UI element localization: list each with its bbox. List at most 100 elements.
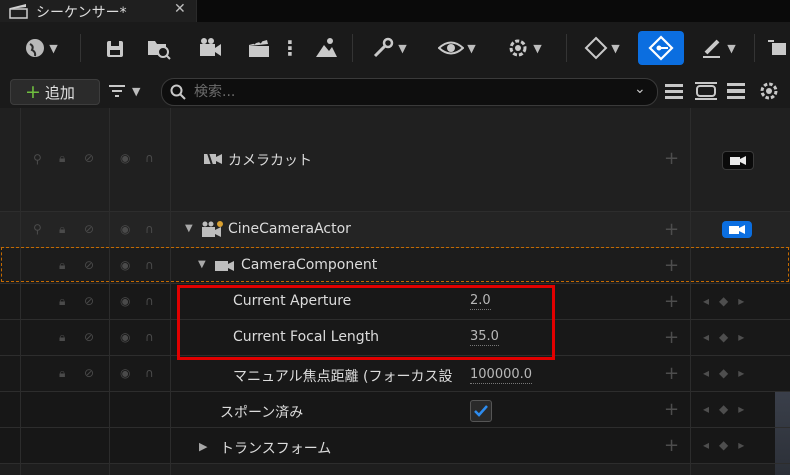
render-icon xyxy=(316,38,337,57)
save-icon xyxy=(107,41,123,57)
lock-icon[interactable]: 🔒︎ xyxy=(59,294,65,309)
column-divider xyxy=(170,108,171,475)
mute-icon[interactable]: ⊘ xyxy=(84,222,94,236)
add-key-button[interactable]: + xyxy=(664,327,679,348)
highlight-box xyxy=(177,285,555,360)
pin-icon[interactable]: ⚲ xyxy=(33,152,42,166)
search-box[interactable]: ⌄ xyxy=(161,78,658,106)
lock-icon[interactable]: 🔒︎ xyxy=(59,330,65,345)
auto-key-button[interactable] xyxy=(638,31,684,65)
key-navigation-icons[interactable]: ◂◆▸ xyxy=(703,402,754,416)
chevron-down-icon: ▼ xyxy=(467,41,476,55)
search-bar: + 追加 ▼ ⌄ xyxy=(0,74,790,108)
tools-button[interactable]: ▼ xyxy=(366,34,412,62)
list-view-icon[interactable] xyxy=(726,82,746,100)
expand-tracks-icon[interactable] xyxy=(695,82,717,100)
chevron-down-icon: ▼ xyxy=(727,41,736,55)
row-divider xyxy=(0,427,790,428)
render-button[interactable] xyxy=(310,34,342,62)
sequencer-tab[interactable]: シーケンサー* ✕ xyxy=(0,0,197,22)
camera-icon xyxy=(729,225,745,234)
row-divider xyxy=(0,283,790,284)
add-key-button[interactable]: + xyxy=(664,219,679,240)
column-divider xyxy=(109,108,110,475)
toolbar-separator xyxy=(80,34,81,62)
row-divider xyxy=(0,211,790,212)
save-button[interactable] xyxy=(102,34,128,62)
chevron-down-icon: ▼ xyxy=(611,41,620,55)
key-navigation-icons[interactable]: ◂◆▸ xyxy=(703,294,754,308)
key-navigation-icons[interactable]: ◂◆▸ xyxy=(703,438,754,452)
camera-icon xyxy=(730,156,746,165)
brush-button[interactable]: ▼ xyxy=(694,34,742,62)
row-divider xyxy=(0,391,790,392)
close-tab-button[interactable]: ✕ xyxy=(174,1,186,17)
more-options-button[interactable]: ⋮ xyxy=(280,34,300,62)
add-camera-button[interactable] xyxy=(196,34,226,62)
row-divider xyxy=(0,463,790,464)
headphones-icon[interactable]: ∩ xyxy=(145,330,154,344)
mute-icon[interactable]: ⊘ xyxy=(84,151,94,165)
export-button[interactable] xyxy=(766,34,790,62)
key-navigation-icons[interactable]: ◂◆▸ xyxy=(703,366,754,380)
key-mode-button[interactable]: ▼ xyxy=(577,34,627,62)
expand-arrow-icon[interactable]: ▼ xyxy=(185,223,193,234)
tab-bar: シーケンサー* ✕ xyxy=(0,0,790,22)
search-input[interactable] xyxy=(192,81,616,103)
headphones-icon[interactable]: ∩ xyxy=(145,294,154,308)
chevron-down-icon: ▼ xyxy=(398,41,407,55)
browse-button[interactable] xyxy=(144,34,174,62)
camera-lock-toggle[interactable] xyxy=(722,151,754,170)
eye-icon[interactable]: ◉ xyxy=(120,366,130,380)
eye-icon[interactable]: ◉ xyxy=(120,330,130,344)
camera-cut-icon xyxy=(204,150,222,168)
column-divider xyxy=(690,108,691,475)
headphones-icon[interactable]: ∩ xyxy=(145,366,154,380)
add-key-button[interactable]: + xyxy=(664,363,679,384)
cine-camera-icon xyxy=(202,221,223,237)
brush-icon xyxy=(703,39,721,58)
spawned-checkbox[interactable] xyxy=(470,400,492,422)
lock-icon[interactable]: 🔒︎ xyxy=(59,222,65,237)
next-row xyxy=(0,463,790,475)
clapper-button[interactable] xyxy=(244,34,274,62)
camera-cut-label: カメラカット xyxy=(228,153,312,169)
eye-icon[interactable]: ◉ xyxy=(120,222,130,236)
camera-lock-toggle-active[interactable] xyxy=(722,221,752,238)
search-dropdown-icon[interactable]: ⌄ xyxy=(634,81,646,97)
add-track-button[interactable]: + 追加 xyxy=(10,79,100,105)
chevron-down-icon: ▼ xyxy=(533,41,542,55)
more-icon: ⋮ xyxy=(280,36,300,60)
headphones-icon[interactable]: ∩ xyxy=(145,222,154,236)
mute-icon[interactable]: ⊘ xyxy=(84,294,94,308)
pin-icon[interactable]: ⚲ xyxy=(33,222,42,236)
gear-icon[interactable] xyxy=(758,80,780,102)
add-key-button[interactable]: + xyxy=(664,435,679,456)
collapse-arrow-icon[interactable]: ▶ xyxy=(199,440,207,453)
checkmark-icon xyxy=(474,405,488,417)
eye-icon[interactable]: ◉ xyxy=(120,294,130,308)
column-divider xyxy=(20,108,21,475)
key-navigation-icons[interactable]: ◂◆▸ xyxy=(703,330,754,344)
chevron-down-icon: ▼ xyxy=(49,41,58,55)
add-key-button[interactable]: + xyxy=(664,399,679,420)
eye-icon[interactable]: ◉ xyxy=(120,151,130,165)
add-button-label: 追加 xyxy=(44,83,75,102)
toolbar: ▼ ⋮ ▼ ▼ ▼ ▼ ▼ xyxy=(0,22,790,74)
chevron-down-icon: ▼ xyxy=(132,84,141,98)
visibility-button[interactable]: ▼ xyxy=(433,34,481,62)
toolbar-separator xyxy=(566,34,567,62)
lock-icon[interactable]: 🔒︎ xyxy=(59,151,65,166)
world-button[interactable]: ▼ xyxy=(16,34,66,62)
headphones-icon[interactable]: ∩ xyxy=(145,151,154,165)
mute-icon[interactable]: ⊘ xyxy=(84,366,94,380)
collapse-tracks-icon[interactable] xyxy=(664,82,684,100)
manual-focus-distance-value[interactable]: 100000.0 xyxy=(470,367,533,384)
visibility-icon xyxy=(438,41,465,55)
mute-icon[interactable]: ⊘ xyxy=(84,330,94,344)
add-key-button[interactable]: + xyxy=(664,291,679,312)
lock-icon[interactable]: 🔒︎ xyxy=(59,366,65,381)
add-key-button[interactable]: + xyxy=(664,148,679,169)
playback-settings-button[interactable]: ▼ xyxy=(500,34,548,62)
filter-button[interactable]: ▼ xyxy=(108,80,152,102)
